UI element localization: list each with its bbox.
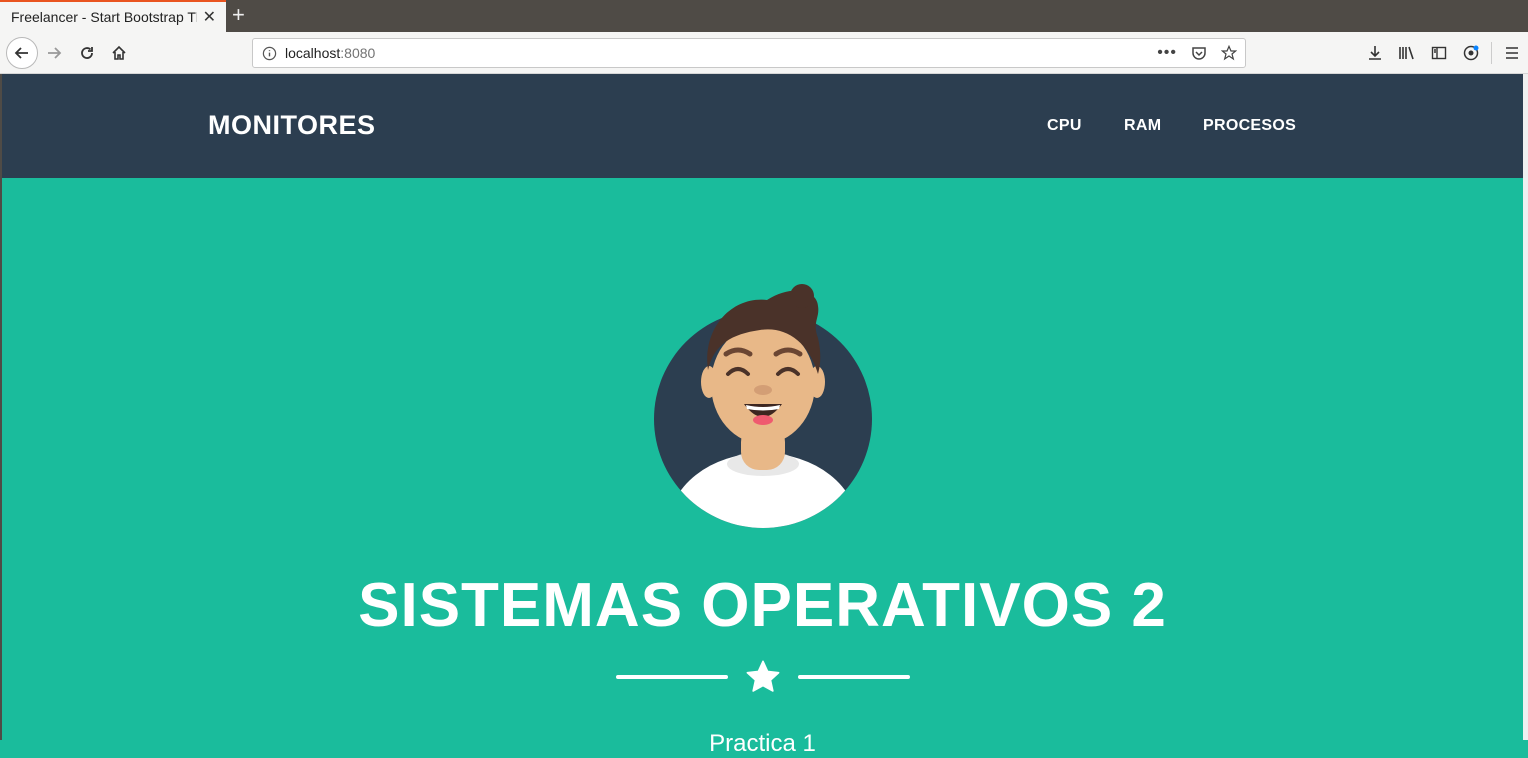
- back-arrow-icon: [14, 47, 28, 59]
- home-button[interactable]: [105, 39, 133, 67]
- hero-title: SISTEMAS OPERATIVOS 2: [358, 571, 1167, 640]
- reload-icon: [81, 47, 93, 59]
- tab-title: Freelancer - Start Bootstrap Theme: [11, 9, 197, 25]
- url-port: :8080: [340, 45, 376, 61]
- sidebar-button[interactable]: [1423, 39, 1455, 67]
- nav-link-cpu[interactable]: CPU: [1047, 117, 1082, 135]
- account-button[interactable]: [1455, 39, 1487, 67]
- forward-button[interactable]: [40, 39, 68, 67]
- more-dots-icon[interactable]: •••: [1157, 44, 1177, 62]
- back-button[interactable]: [6, 37, 38, 69]
- browser-tab-bar: Freelancer - Start Bootstrap Theme ✕ +: [0, 0, 1528, 32]
- menu-icon: [1506, 47, 1518, 59]
- site-navbar: MONITORES CPU RAM PROCESOS: [2, 74, 1523, 178]
- account-icon: [1463, 45, 1479, 61]
- library-icon: [1399, 46, 1414, 60]
- downloads-button[interactable]: [1359, 39, 1391, 67]
- url-text: localhost:8080: [285, 45, 375, 61]
- url-bar[interactable]: localhost:8080 •••: [252, 38, 1246, 68]
- avatar-image: [654, 284, 872, 528]
- info-icon[interactable]: [262, 46, 277, 61]
- new-tab-button[interactable]: +: [232, 2, 245, 28]
- home-icon: [112, 45, 126, 60]
- library-button[interactable]: [1391, 39, 1423, 67]
- scrollbar-track[interactable]: [1523, 74, 1528, 740]
- bookmark-star-icon[interactable]: [1221, 45, 1237, 61]
- url-host: localhost: [285, 45, 341, 61]
- site-brand[interactable]: MONITORES: [208, 110, 376, 141]
- download-icon: [1369, 46, 1381, 60]
- masthead: SISTEMAS OPERATIVOS 2 Practica 1: [2, 178, 1523, 757]
- nav-link-procesos[interactable]: PROCESOS: [1203, 117, 1296, 135]
- browser-toolbar: localhost:8080 •••: [0, 32, 1528, 74]
- reload-button[interactable]: [73, 39, 101, 67]
- pocket-icon[interactable]: [1191, 45, 1207, 61]
- tab-close-icon[interactable]: ✕: [203, 7, 216, 27]
- star-divider: [616, 660, 910, 694]
- star-icon: [746, 660, 780, 692]
- browser-tab[interactable]: Freelancer - Start Bootstrap Theme ✕: [0, 0, 226, 32]
- hero-subtitle: Practica 1: [709, 730, 816, 757]
- forward-arrow-icon: [48, 47, 62, 59]
- menu-button[interactable]: [1496, 39, 1528, 67]
- nav-link-ram[interactable]: RAM: [1124, 117, 1161, 135]
- sidebar-icon: [1431, 46, 1447, 60]
